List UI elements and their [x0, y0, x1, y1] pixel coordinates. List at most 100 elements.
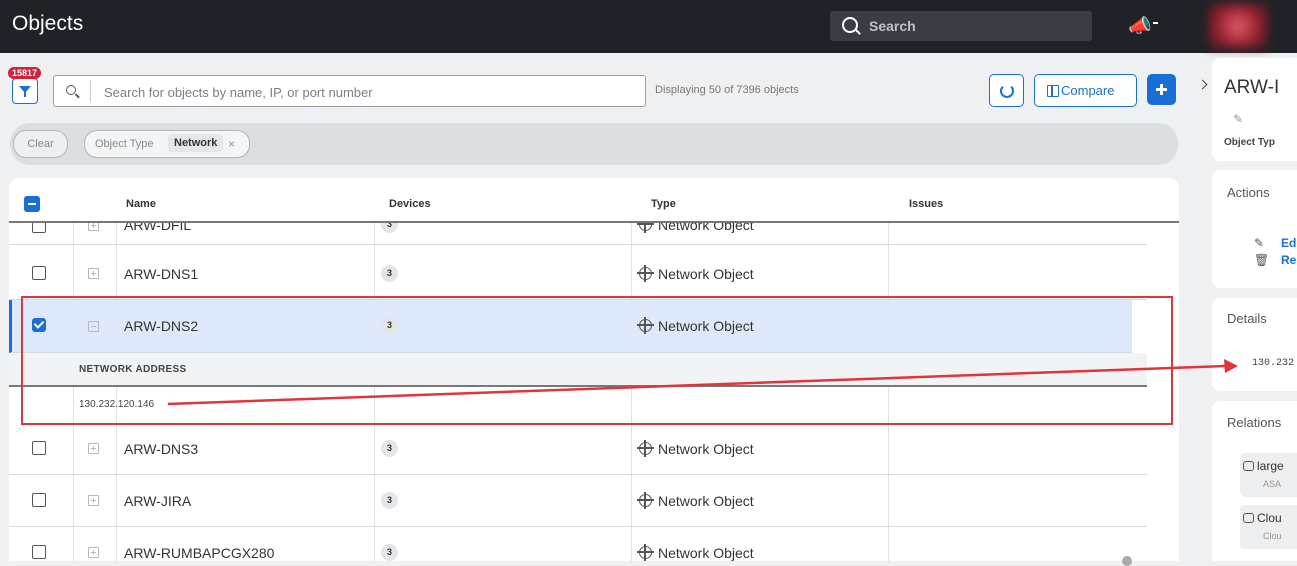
filter-icon — [19, 86, 31, 97]
chevron-right-icon[interactable] — [1197, 79, 1208, 90]
column-header-type[interactable]: Type — [651, 198, 676, 210]
compare-label: Compare — [1061, 83, 1115, 98]
expand-icon[interactable] — [88, 268, 99, 279]
filter-button[interactable] — [12, 78, 38, 104]
search-input[interactable] — [102, 80, 636, 104]
search-divider — [90, 80, 91, 102]
details-network-address: 130.232 — [1252, 358, 1295, 369]
network-icon — [637, 492, 654, 509]
network-icon — [637, 317, 654, 334]
table-row[interactable]: ARW-DNS1 3 Network Object — [9, 248, 1147, 300]
table-row[interactable]: ARW-RUMBAPCGX280 3 Network Object — [9, 527, 1147, 561]
refresh-button[interactable] — [989, 74, 1024, 107]
row-checkbox[interactable] — [32, 266, 46, 280]
close-icon[interactable]: × — [228, 137, 235, 151]
details-heading: Details — [1227, 311, 1267, 326]
row-checkbox[interactable] — [32, 441, 46, 455]
network-icon — [637, 440, 654, 457]
table-header: Name Devices Type Issues — [9, 178, 1179, 223]
relation-title: Clou — [1243, 511, 1282, 525]
table-row-selected[interactable]: ARW-DNS2 3 Network Object — [9, 300, 1132, 353]
network-address-header: NETWORK ADDRESS — [79, 364, 187, 375]
scrollbar-thumb[interactable] — [1122, 556, 1132, 566]
top-bar: Objects Search 📣 — [0, 0, 1297, 53]
trash-icon: 🗑 — [1254, 253, 1270, 267]
objects-table: Name Devices Type Issues ARW-DFIL 3 Netw… — [9, 178, 1179, 561]
row-type-label: Network Object — [658, 266, 754, 282]
relation-item[interactable]: Clou Clou — [1240, 505, 1297, 549]
object-search[interactable] — [53, 75, 646, 107]
device-count: 3 — [381, 544, 398, 561]
row-type-label: Network Object — [658, 545, 754, 561]
columns-icon — [1047, 85, 1059, 97]
row-type: Network Object — [637, 544, 754, 561]
add-object-button[interactable] — [1147, 74, 1176, 105]
relation-sub: ASA — [1263, 479, 1282, 489]
filter-count-badge: 15817 — [8, 67, 42, 79]
global-search-label: Search — [869, 18, 916, 34]
select-all-checkbox[interactable] — [24, 196, 40, 212]
avatar[interactable] — [1208, 4, 1268, 48]
row-name: ARW-DNS1 — [124, 266, 199, 282]
action-remove-link[interactable]: Re — [1281, 253, 1296, 267]
page-title: Objects — [12, 12, 84, 35]
chip-value: Network — [168, 134, 224, 152]
refresh-icon — [1000, 84, 1014, 98]
row-type: Network Object — [637, 440, 754, 457]
table-row[interactable]: ARW-DNS3 3 Network Object — [9, 423, 1147, 475]
row-type: Network Object — [637, 317, 754, 334]
detail-title: ARW-I — [1224, 77, 1280, 98]
chip-key: Object Type — [95, 138, 154, 150]
relation-sub: Clou — [1263, 531, 1282, 541]
column-header-name[interactable]: Name — [126, 198, 156, 210]
row-checkbox[interactable] — [32, 493, 46, 507]
actions-heading: Actions — [1227, 185, 1270, 200]
row-name: ARW-JIRA — [124, 493, 192, 509]
table-row[interactable]: ARW-JIRA 3 Network Object — [9, 475, 1147, 527]
chevron-down-icon[interactable] — [1153, 22, 1158, 24]
action-edit-link[interactable]: Ed — [1281, 236, 1296, 250]
pencil-icon: ✎ — [1254, 236, 1265, 250]
column-header-issues[interactable]: Issues — [909, 198, 943, 210]
object-type-label: Object Typ — [1224, 137, 1275, 148]
expand-icon[interactable] — [88, 547, 99, 558]
clear-filters-button[interactable]: Clear — [13, 130, 68, 158]
filter-chip-object-type[interactable]: Object Type Network × — [84, 130, 250, 158]
relation-title-text: large — [1257, 459, 1284, 473]
network-icon — [637, 544, 654, 561]
device-count: 3 — [381, 492, 398, 509]
row-type-label: Network Object — [658, 441, 754, 457]
search-icon — [842, 17, 858, 33]
row-type-label: Network Object — [658, 318, 754, 334]
network-icon — [637, 265, 654, 282]
expand-icon[interactable] — [88, 443, 99, 454]
relation-title: large — [1243, 459, 1284, 473]
device-count: 3 — [381, 317, 398, 334]
relation-title-text: Clou — [1257, 511, 1282, 525]
network-address-value: 130.232.120.146 — [79, 399, 155, 410]
device-count: 3 — [381, 265, 398, 282]
row-name: ARW-DNS2 — [124, 318, 199, 334]
device-icon — [1243, 461, 1254, 471]
edit-icon[interactable]: ✎ — [1233, 112, 1243, 126]
row-type-label: Network Object — [658, 493, 754, 509]
megaphone-icon[interactable]: 📣 — [1128, 14, 1152, 38]
row-name: ARW-RUMBAPCGX280 — [124, 545, 275, 561]
row-type: Network Object — [637, 265, 754, 282]
row-checkbox[interactable] — [32, 545, 46, 559]
device-count: 3 — [381, 440, 398, 457]
column-header-devices[interactable]: Devices — [389, 198, 431, 210]
row-type: Network Object — [637, 492, 754, 509]
row-name: ARW-DNS3 — [124, 441, 199, 457]
relations-heading: Relations — [1227, 415, 1282, 430]
device-icon — [1243, 513, 1254, 523]
expand-icon[interactable] — [88, 495, 99, 506]
display-count: Displaying 50 of 7396 objects — [655, 84, 799, 96]
expanded-detail-header: NETWORK ADDRESS — [9, 353, 1147, 387]
compare-button[interactable]: Compare — [1034, 74, 1137, 107]
global-search[interactable]: Search — [830, 11, 1092, 41]
collapse-icon[interactable] — [88, 321, 99, 332]
relation-item[interactable]: large ASA — [1240, 453, 1297, 497]
row-checkbox-checked[interactable] — [32, 318, 46, 332]
search-icon — [66, 85, 76, 95]
